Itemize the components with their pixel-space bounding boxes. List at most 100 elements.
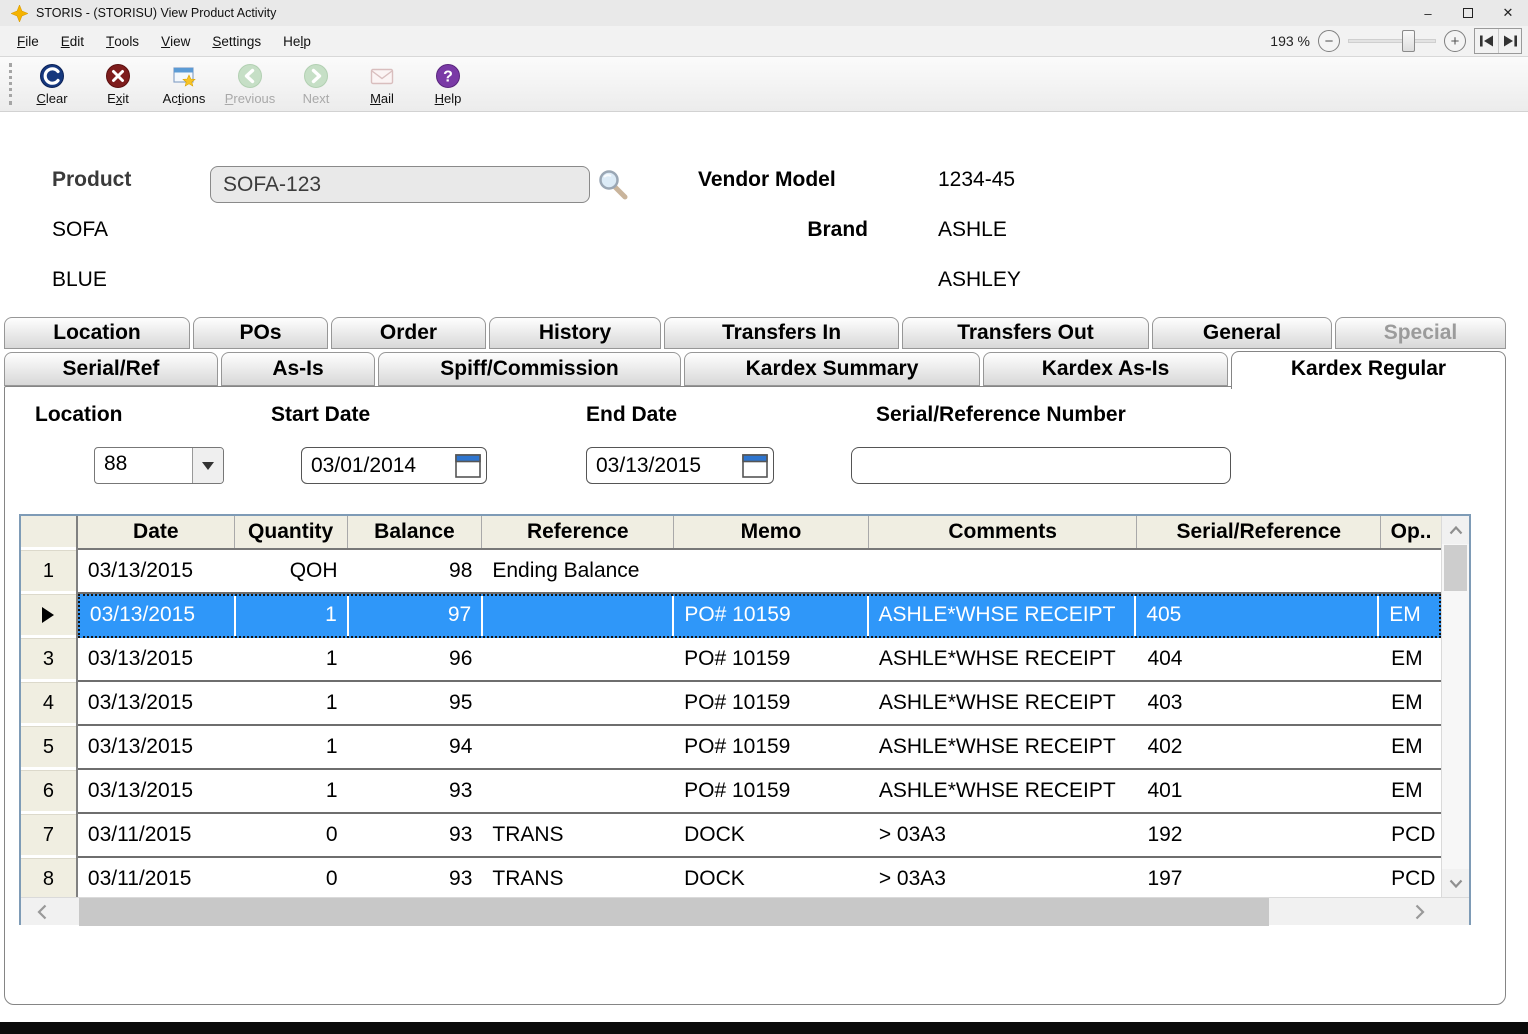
serial-reference-input[interactable]: [851, 447, 1231, 484]
column-header-quantity[interactable]: Quantity: [235, 516, 348, 548]
end-date-field[interactable]: 03/13/2015: [586, 447, 774, 484]
tab-as-is[interactable]: As-Is: [221, 352, 375, 386]
tab-special[interactable]: Special: [1335, 317, 1506, 349]
tab-spiff-commission[interactable]: Spiff/Commission: [378, 352, 681, 386]
cell-comments: > 03A3: [869, 814, 1138, 856]
minimize-button[interactable]: –: [1408, 0, 1448, 26]
tab-serial-ref[interactable]: Serial/Ref: [4, 352, 218, 386]
product-input[interactable]: [210, 166, 590, 203]
table-row[interactable]: 03/11/2015093TRANSDOCK> 03A3197PCD: [78, 858, 1441, 895]
row-number[interactable]: 4: [21, 682, 76, 726]
cell-balance: 98: [348, 550, 483, 592]
grid-main: 1 345678 DateQuantityBalanceReferenceMemo…: [21, 516, 1469, 897]
location-value: 88: [95, 448, 192, 483]
toolbar-exit-button[interactable]: Exit: [85, 59, 151, 109]
column-header-balance[interactable]: Balance: [348, 516, 483, 548]
cell-serial-reference: 405: [1136, 596, 1379, 636]
row-number[interactable]: 1: [21, 550, 76, 594]
table-row[interactable]: 03/13/2015197PO# 10159ASHLE*WHSE RECEIPT…: [78, 594, 1441, 638]
tab-history[interactable]: History: [489, 317, 661, 349]
table-row[interactable]: 03/11/2015093TRANSDOCK> 03A3192PCD: [78, 814, 1441, 858]
zoom-slider[interactable]: [1348, 30, 1436, 52]
scroll-up-button[interactable]: [1442, 516, 1469, 544]
column-header-serial-reference[interactable]: Serial/Reference: [1137, 516, 1381, 548]
row-number[interactable]: 7: [21, 814, 76, 858]
first-record-button[interactable]: [1475, 29, 1498, 53]
cell-memo: DOCK: [674, 814, 869, 856]
current-row-indicator[interactable]: [21, 594, 76, 638]
row-number[interactable]: 8: [21, 858, 76, 897]
cell-quantity: 0: [235, 814, 348, 856]
menu-item-file[interactable]: File: [6, 26, 50, 56]
menu-items: FileEditToolsViewSettingsHelp: [0, 26, 322, 56]
tab-pos[interactable]: POs: [193, 317, 328, 349]
location-dropdown-button[interactable]: [192, 448, 223, 483]
tab-transfers-out[interactable]: Transfers Out: [902, 317, 1149, 349]
column-header-memo[interactable]: Memo: [674, 516, 869, 548]
horizontal-scrollbar[interactable]: [21, 898, 1441, 925]
close-button[interactable]: ✕: [1488, 0, 1528, 26]
menu-item-settings[interactable]: Settings: [201, 26, 272, 56]
menu-item-tools[interactable]: Tools: [95, 26, 150, 56]
cell-comments: ASHLE*WHSE RECEIPT: [869, 596, 1137, 636]
zoom-in-button[interactable]: +: [1444, 30, 1466, 52]
tab-kardex-regular[interactable]: Kardex Regular: [1231, 351, 1506, 389]
table-row[interactable]: 03/13/2015QOH98Ending Balance: [78, 550, 1441, 594]
column-header-date[interactable]: Date: [78, 516, 235, 548]
row-number[interactable]: 5: [21, 726, 76, 770]
zoom-slider-handle[interactable]: [1402, 30, 1415, 52]
cell-quantity: 1: [236, 596, 349, 636]
toolbar-actions-button[interactable]: Actions: [151, 59, 217, 109]
tab-transfers-in[interactable]: Transfers In: [664, 317, 899, 349]
vertical-scrollbar[interactable]: [1441, 516, 1469, 897]
cell-reference: [483, 596, 674, 636]
calendar-icon[interactable]: [455, 454, 481, 478]
row-number[interactable]: 6: [21, 770, 76, 814]
scroll-right-button[interactable]: [1399, 898, 1441, 926]
location-combobox[interactable]: 88: [94, 447, 224, 484]
menu-item-help[interactable]: Help: [272, 26, 322, 56]
last-record-button[interactable]: [1498, 29, 1521, 53]
table-row[interactable]: 03/13/2015193PO# 10159ASHLE*WHSE RECEIPT…: [78, 770, 1441, 814]
tab-general[interactable]: General: [1152, 317, 1332, 349]
cell-balance: 93: [348, 858, 483, 895]
cell-serial-reference: 197: [1137, 858, 1381, 895]
cell-comments: ASHLE*WHSE RECEIPT: [869, 638, 1138, 680]
row-number[interactable]: 3: [21, 638, 76, 682]
calendar-icon[interactable]: [742, 454, 768, 478]
toolbar-clear-button[interactable]: Clear: [19, 59, 85, 109]
menu-item-view[interactable]: View: [150, 26, 201, 56]
cell-balance: 93: [348, 770, 483, 812]
vertical-scroll-track[interactable]: [1442, 592, 1469, 869]
table-row[interactable]: 03/13/2015194PO# 10159ASHLE*WHSE RECEIPT…: [78, 726, 1441, 770]
zoom-out-button[interactable]: −: [1318, 30, 1340, 52]
column-header-reference[interactable]: Reference: [482, 516, 674, 548]
cell-op: PCD: [1381, 858, 1441, 895]
brand-name: ASHLEY: [938, 268, 1021, 292]
horizontal-scroll-thumb[interactable]: [79, 898, 1269, 926]
toolbar-drag-handle[interactable]: [9, 63, 13, 105]
maximize-button[interactable]: [1448, 0, 1488, 26]
menu-item-edit[interactable]: Edit: [50, 26, 95, 56]
tab-location[interactable]: Location: [4, 317, 190, 349]
column-header-comments[interactable]: Comments: [869, 516, 1138, 548]
cell-comments: ASHLE*WHSE RECEIPT: [869, 682, 1138, 724]
vertical-scroll-thumb[interactable]: [1444, 545, 1467, 591]
table-row[interactable]: 03/13/2015195PO# 10159ASHLE*WHSE RECEIPT…: [78, 682, 1441, 726]
tab-order[interactable]: Order: [331, 317, 486, 349]
column-header-op[interactable]: Op..: [1381, 516, 1441, 548]
start-date-field[interactable]: 03/01/2014: [301, 447, 487, 484]
tab-kardex-summary[interactable]: Kardex Summary: [684, 352, 980, 386]
search-icon[interactable]: [596, 168, 630, 202]
toolbar-mail-button[interactable]: Mail: [349, 59, 415, 109]
kardex-regular-panel: Location Start Date End Date Serial/Refe…: [4, 386, 1506, 1005]
table-row[interactable]: 03/13/2015196PO# 10159ASHLE*WHSE RECEIPT…: [78, 638, 1441, 682]
scroll-left-button[interactable]: [21, 898, 63, 926]
kardex-grid: 1 345678 DateQuantityBalanceReferenceMemo…: [19, 514, 1471, 925]
chevron-right-icon: [1415, 904, 1425, 920]
scroll-down-button[interactable]: [1442, 869, 1469, 897]
toolbar-help-button[interactable]: ?Help: [415, 59, 481, 109]
row-header-corner[interactable]: [21, 516, 76, 550]
cell-reference: [482, 638, 674, 680]
tab-kardex-as-is[interactable]: Kardex As-Is: [983, 352, 1228, 386]
